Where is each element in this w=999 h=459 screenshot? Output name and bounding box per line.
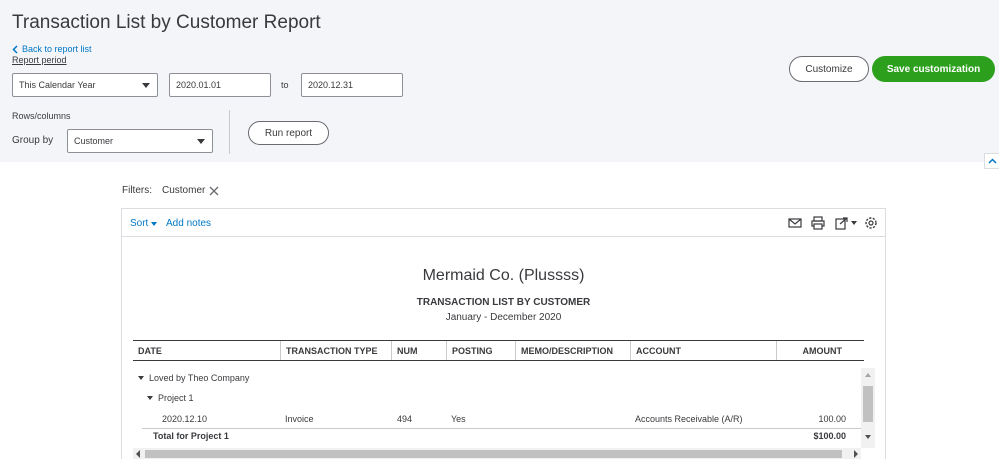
customer-group-label: Loved by Theo Company [149,373,250,383]
collapse-header-button[interactable] [984,153,999,169]
divider [229,110,230,154]
chevron-down-icon [142,83,150,88]
cell-posting: Yes [451,414,466,424]
project-group-row[interactable]: Project 1 [147,393,194,403]
chevron-down-icon [151,221,158,226]
report-period-value: This Calendar Year [19,80,96,90]
close-icon[interactable] [209,186,219,196]
caret-down-icon [147,396,153,400]
cell-type[interactable]: Invoice [285,414,314,424]
divider [142,428,861,429]
scroll-up-icon[interactable] [865,373,871,377]
report-date-range: January - December 2020 [445,312,562,323]
scroll-left-icon[interactable] [136,450,140,458]
back-to-report-list-link[interactable]: Back to report list [12,44,92,54]
cell-amount[interactable]: 100.00 [762,414,846,424]
date-to-value: 2020.12.31 [308,80,354,90]
cell-account: Accounts Receivable (A/R) [635,414,743,424]
group-by-label: Group by [12,135,54,146]
chevron-down-icon [197,139,205,144]
report-period-label: Report period [12,55,67,65]
filters-bar: Filters: Customer [122,185,219,196]
scroll-down-icon[interactable] [865,435,871,439]
report-toolbar: Sort Add notes [122,209,885,237]
filter-chip-label: Customer [162,185,206,196]
date-from-field[interactable]: 2020.01.01 [169,73,271,97]
column-header[interactable]: DATE [133,341,281,360]
cell-num[interactable]: 494 [397,414,412,424]
column-header[interactable]: POSTING [447,341,516,360]
column-header[interactable]: TRANSACTION TYPE [281,341,392,360]
group-by-select[interactable]: Customer [67,129,213,153]
filter-chip-customer: Customer [162,185,219,196]
report-header-panel: Transaction List by Customer Report Back… [0,0,999,162]
report-title: TRANSACTION LIST BY CUSTOMER [416,297,591,308]
customer-group-row[interactable]: Loved by Theo Company [138,373,249,383]
total-amount[interactable]: $100.00 [762,431,846,441]
report-panel: Sort Add notes Mermaid Co. (Plussss) TRA… [121,208,886,459]
email-icon[interactable] [787,216,803,230]
date-to-field[interactable]: 2020.12.31 [301,73,403,97]
sort-dropdown[interactable]: Sort [130,218,158,229]
export-icon[interactable] [834,216,860,230]
to-label: to [281,80,289,90]
column-header[interactable]: AMOUNT [777,341,864,360]
report-period-select[interactable]: This Calendar Year [12,73,158,97]
column-header[interactable]: MEMO/DESCRIPTION [516,341,631,360]
chevron-left-icon [12,44,18,54]
scroll-thumb[interactable] [863,386,873,422]
add-notes-link[interactable]: Add notes [166,218,211,229]
project-group-label: Project 1 [158,393,194,403]
back-link-label: Back to report list [22,44,92,54]
scroll-right-icon[interactable] [854,450,858,458]
customize-button[interactable]: Customize [789,56,869,82]
rows-columns-label: Rows/columns [12,111,71,121]
column-header[interactable]: ACCOUNT [631,341,777,360]
column-header[interactable]: NUM [392,341,447,360]
total-label: Total for Project 1 [153,431,229,441]
chevron-up-icon [987,158,997,164]
group-by-value: Customer [74,136,114,146]
vertical-scrollbar[interactable] [861,368,875,448]
page-title: Transaction List by Customer Report [12,12,321,33]
scroll-thumb[interactable] [145,450,842,458]
date-from-value: 2020.01.01 [176,80,222,90]
settings-icon[interactable] [863,216,879,230]
horizontal-scrollbar[interactable] [133,448,861,459]
filters-label: Filters: [122,185,152,196]
caret-down-icon [138,376,144,380]
cell-date[interactable]: 2020.12.10 [162,414,207,424]
save-customization-button[interactable]: Save customization [872,56,995,82]
table-header: DATE TRANSACTION TYPE NUM POSTING MEMO/D… [133,340,864,361]
print-icon[interactable] [810,216,826,230]
sort-label: Sort [130,218,149,229]
run-report-button[interactable]: Run report [248,121,329,145]
company-name: Mermaid Co. (Plussss) [422,267,585,284]
